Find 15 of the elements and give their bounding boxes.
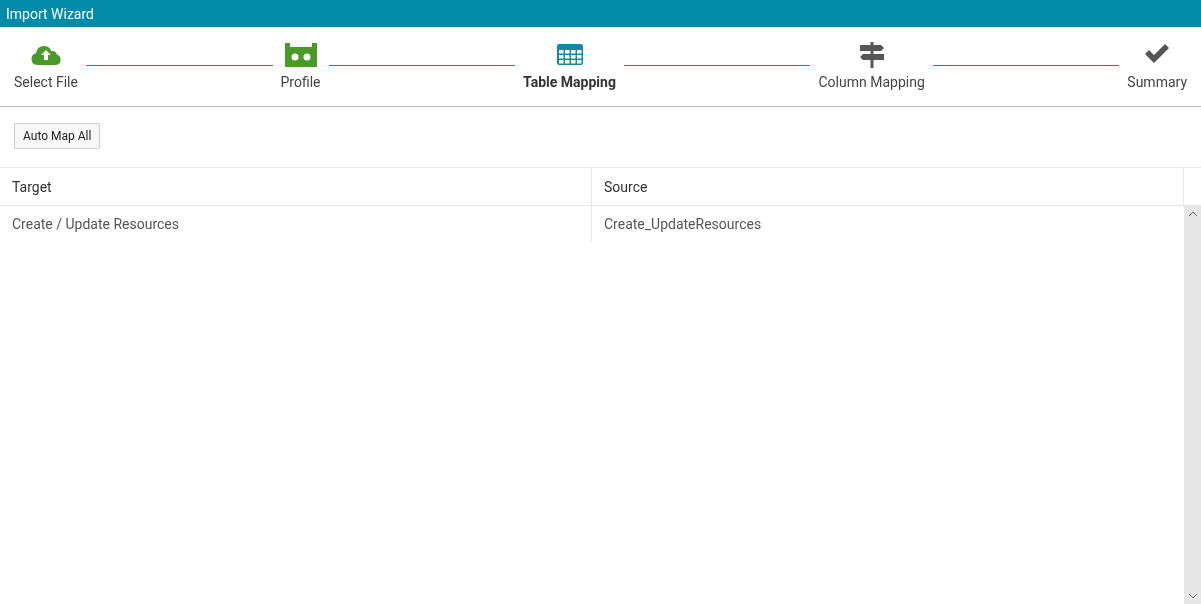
scroll-down-icon[interactable] [1187,593,1198,599]
wizard-step[interactable]: Table Mapping [523,41,616,90]
column-header: Source [592,168,1184,205]
window-title: Import Wizard [6,5,94,22]
column-header: Target [0,168,592,205]
wizard-step[interactable]: Summary [1127,41,1188,90]
wizard-step[interactable]: Profile [280,41,321,90]
auto-map-button[interactable]: Auto Map All [14,123,101,149]
wizard-step[interactable]: Column Mapping [818,41,925,90]
table-cell: Create / Update Resources [0,206,592,242]
scroll-up-icon[interactable] [1187,211,1198,217]
wizard-step[interactable]: Select File [14,41,78,90]
cassette-icon [283,41,318,69]
scrollbar[interactable] [1184,206,1201,604]
table-cell-text: Create_UpdateResources [603,215,763,234]
